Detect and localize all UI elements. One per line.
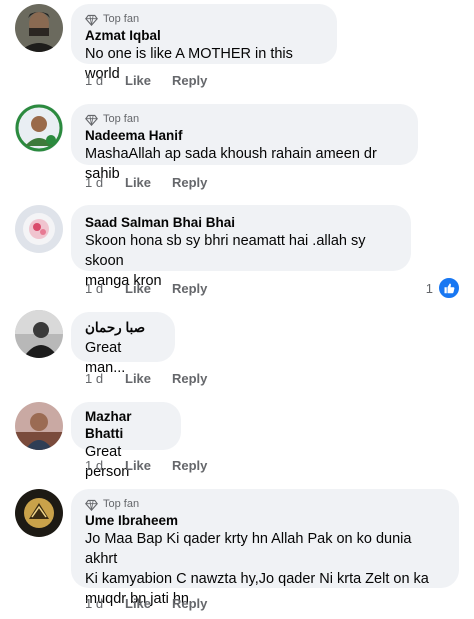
like-button[interactable]: Like bbox=[125, 458, 172, 473]
comment-timestamp[interactable]: 1 d bbox=[85, 458, 125, 473]
comment-text-line: Jo Maa Bap Ki qader krty hn Allah Pak on… bbox=[85, 531, 412, 567]
comment-bubble: Top fan Nadeema Hanif MashaAllah ap sada… bbox=[71, 104, 418, 182]
commenter-name[interactable]: صبا رحمان bbox=[85, 319, 161, 336]
reply-button[interactable]: Reply bbox=[172, 458, 207, 473]
comment-actions: 1 d Like Reply bbox=[85, 281, 207, 296]
commenter-name[interactable]: Azmat Iqbal bbox=[85, 27, 323, 44]
avatar[interactable] bbox=[15, 4, 63, 52]
reply-button[interactable]: Reply bbox=[172, 175, 207, 190]
comment-bubble: Saad Salman Bhai Bhai Skoon hona sb sy b… bbox=[71, 205, 411, 289]
like-button[interactable]: Like bbox=[125, 175, 172, 190]
comment-bubble: Top fan Ume Ibraheem Jo Maa Bap Ki qader… bbox=[71, 489, 459, 607]
diamond-icon bbox=[85, 14, 98, 26]
comment-bubble: صبا رحمان Great man... bbox=[71, 312, 175, 376]
comment-actions: 1 d Like Reply bbox=[85, 175, 207, 190]
reply-button[interactable]: Reply bbox=[172, 73, 207, 88]
comment-actions: 1 d Like Reply bbox=[85, 458, 207, 473]
comment-bubble: Top fan Azmat Iqbal No one is like A MOT… bbox=[71, 4, 337, 82]
top-fan-badge: Top fan bbox=[85, 12, 323, 26]
comment-timestamp[interactable]: 1 d bbox=[85, 371, 125, 386]
top-fan-badge: Top fan bbox=[85, 112, 404, 126]
diamond-icon bbox=[85, 114, 98, 126]
comment-timestamp[interactable]: 1 d bbox=[85, 596, 125, 611]
avatar[interactable] bbox=[15, 310, 63, 358]
commenter-name[interactable]: Mazhar Bhatti bbox=[85, 408, 167, 442]
reply-button[interactable]: Reply bbox=[172, 371, 207, 386]
reaction-count: 1 bbox=[425, 280, 433, 296]
comment-timestamp[interactable]: 1 d bbox=[85, 281, 125, 296]
avatar[interactable] bbox=[15, 489, 63, 537]
comment-timestamp[interactable]: 1 d bbox=[85, 73, 125, 88]
like-button[interactable]: Like bbox=[125, 596, 172, 611]
comment-bubble: Mazhar Bhatti Great person bbox=[71, 402, 181, 480]
commenter-name[interactable]: Nadeema Hanif bbox=[85, 127, 404, 144]
avatar[interactable] bbox=[15, 205, 63, 253]
reply-button[interactable]: Reply bbox=[172, 596, 207, 611]
avatar[interactable] bbox=[15, 402, 63, 450]
like-button[interactable]: Like bbox=[125, 371, 172, 386]
like-button[interactable]: Like bbox=[125, 73, 172, 88]
diamond-icon bbox=[85, 499, 98, 511]
commenter-name[interactable]: Ume Ibraheem bbox=[85, 512, 445, 529]
comment-timestamp[interactable]: 1 d bbox=[85, 175, 125, 190]
top-fan-badge: Top fan bbox=[85, 497, 445, 511]
reply-button[interactable]: Reply bbox=[172, 281, 207, 296]
comment-actions: 1 d Like Reply bbox=[85, 73, 207, 88]
comment-text-line: Skoon hona sb sy bhri neamatt hai .allah… bbox=[85, 233, 366, 269]
comment-actions: 1 d Like Reply bbox=[85, 371, 207, 386]
like-thumb-icon bbox=[438, 277, 460, 299]
comment-text-line: Ki kamyabion C nawzta hy,Jo qader Ni krt… bbox=[85, 571, 429, 587]
like-button[interactable]: Like bbox=[125, 281, 172, 296]
reaction-summary[interactable]: 1 bbox=[426, 277, 460, 299]
comment-actions: 1 d Like Reply bbox=[85, 596, 207, 611]
avatar[interactable] bbox=[15, 104, 63, 152]
commenter-name[interactable]: Saad Salman Bhai Bhai bbox=[85, 214, 397, 231]
